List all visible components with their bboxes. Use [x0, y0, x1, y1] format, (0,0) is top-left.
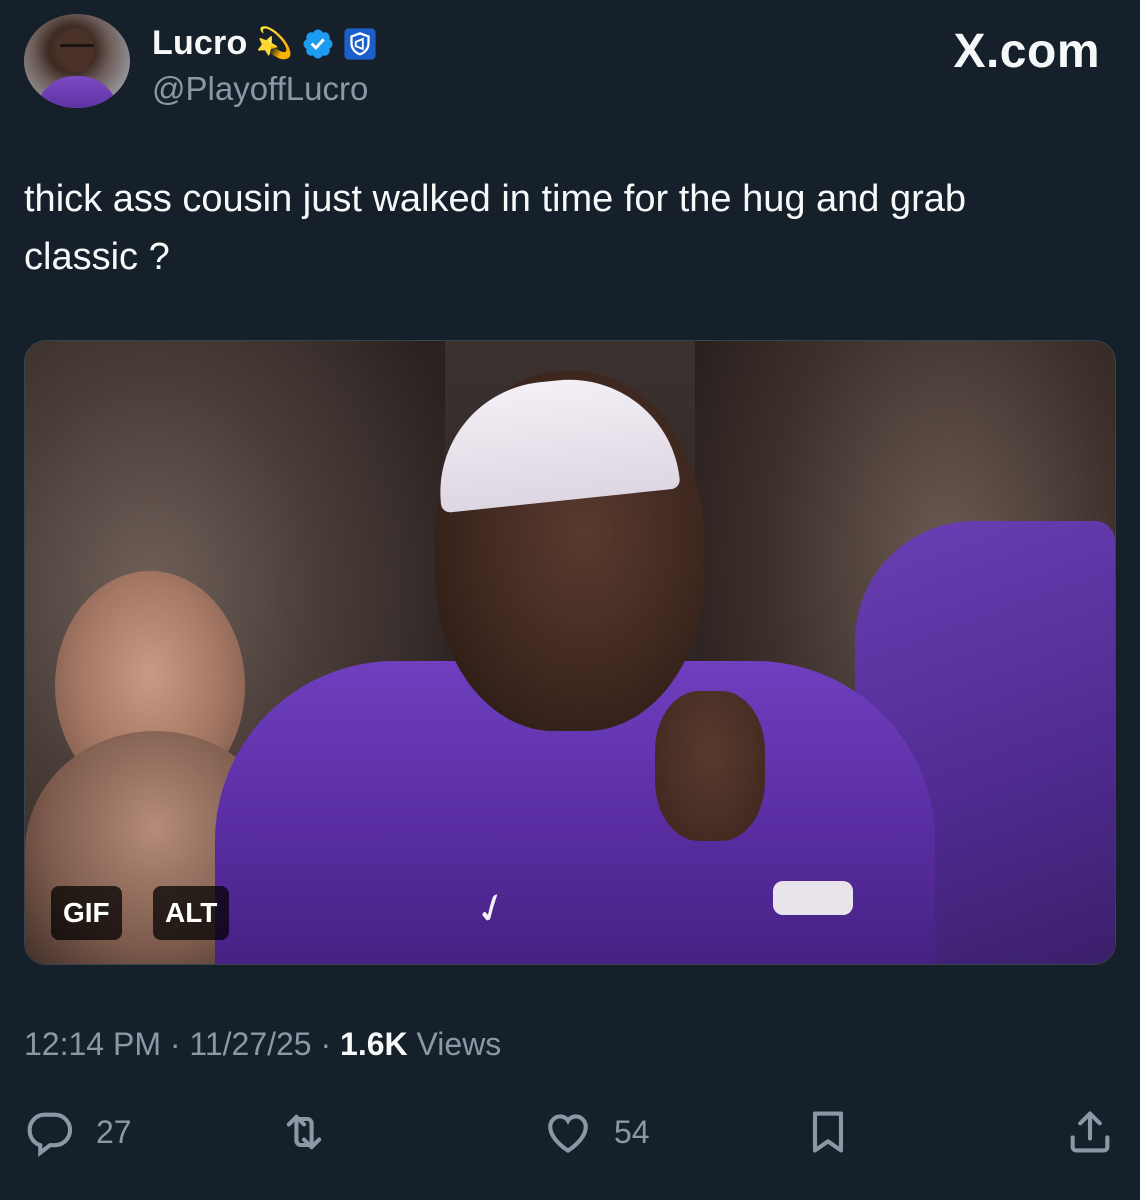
share-button[interactable]	[1064, 1100, 1116, 1164]
action-bar: 27 54	[24, 1100, 1116, 1164]
user-handle[interactable]: @PlayoffLucro	[152, 70, 368, 108]
heart-icon	[548, 1114, 588, 1154]
views-count: 1.6K	[340, 1026, 408, 1062]
reply-count: 27	[96, 1113, 132, 1150]
bookmark-button[interactable]	[802, 1100, 854, 1164]
views-label: Views	[416, 1026, 502, 1062]
meta-separator-1: ·	[160, 1026, 190, 1062]
tweet-time[interactable]: 12:14 PM	[24, 1026, 161, 1062]
brand-label: X.com	[953, 25, 1100, 78]
reply-icon	[27, 1112, 73, 1158]
gif-badge: GIF	[51, 886, 122, 940]
display-name[interactable]: Lucro	[152, 24, 247, 63]
tweet-media-gif[interactable]: ✓ GIF ALT	[24, 340, 1116, 965]
verified-badge-icon[interactable]	[301, 27, 335, 61]
tweet-date[interactable]: 11/27/25	[189, 1026, 311, 1062]
reply-button[interactable]: 27	[24, 1100, 132, 1164]
avatar[interactable]	[24, 14, 130, 108]
affiliate-shield-icon[interactable]	[343, 27, 377, 61]
tweet-header: Lucro 💫 @PlayoffLucro X.com	[24, 14, 1100, 114]
alt-text-button[interactable]: ALT	[153, 886, 230, 940]
share-icon	[1070, 1111, 1110, 1153]
bookmark-icon	[812, 1111, 844, 1153]
like-count: 54	[614, 1113, 650, 1150]
meta-separator-2: ·	[311, 1026, 341, 1062]
repost-icon	[286, 1114, 322, 1150]
tweet-text: thick ass cousin just walked in time for…	[24, 178, 967, 278]
display-name-row: Lucro 💫	[152, 24, 377, 63]
dizzy-emoji-icon: 💫	[255, 26, 293, 60]
tweet-metadata: 12:14 PM · 11/27/25 · 1.6K Views	[24, 1026, 501, 1063]
repost-button[interactable]	[278, 1100, 330, 1164]
like-button[interactable]: 54	[542, 1100, 650, 1164]
